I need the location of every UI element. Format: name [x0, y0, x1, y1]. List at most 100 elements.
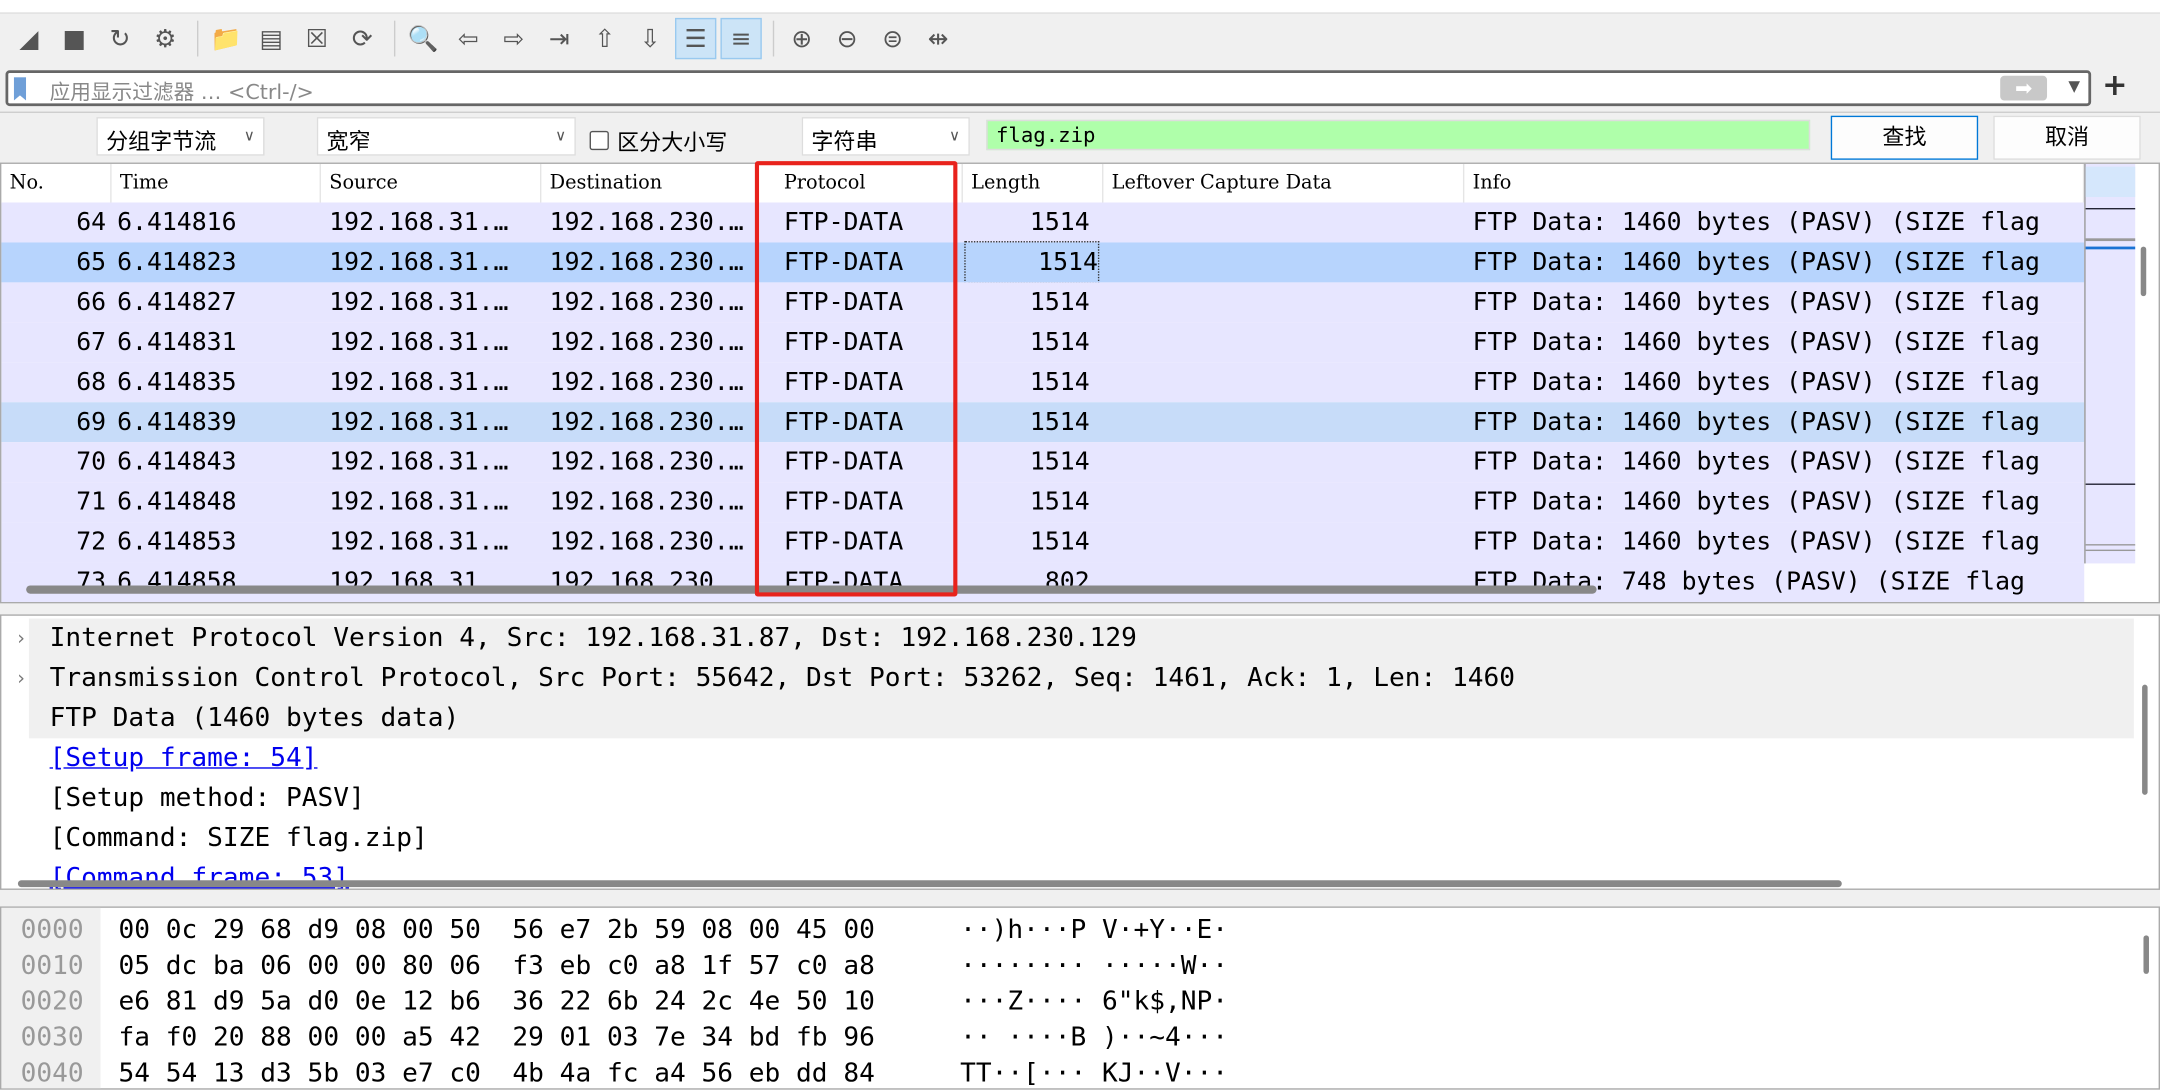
packet-row[interactable]: 64 6.414816 192.168.31.… 192.168.230.… FTP-D…: [1, 202, 2085, 243]
packet-bytes[interactable]: 0000 00 0c 29 68 d9 08 00 50 56 e7 2b 59 …: [0, 906, 2160, 1090]
packet-row[interactable]: 73 6.414858 192.168.31.… 192.168.230.… FTP-D…: [1, 562, 2085, 602]
detail-line[interactable]: [Command: SIZE flag.zip]: [50, 818, 428, 858]
open-folder-icon[interactable]: 📁: [205, 18, 246, 59]
packet-list[interactable]: No. Time Source Destination Protocol Length Le…: [0, 162, 2160, 604]
checkbox-box[interactable]: [589, 130, 609, 151]
search-type-value: 字符串: [811, 128, 878, 155]
hex-ascii[interactable]: ··)h···P V·+Y··E·: [960, 912, 1228, 948]
go-to-packet-icon[interactable]: ⇥: [539, 18, 580, 59]
colorize-icon[interactable]: ≡: [720, 17, 762, 60]
details-hscroll[interactable]: [17, 880, 1842, 888]
resize-columns-icon[interactable]: ⇹: [917, 18, 958, 59]
zoom-out-icon[interactable]: ⊖: [827, 18, 868, 59]
packet-minimap[interactable]: [2084, 163, 2136, 564]
cell-dst: 192.168.230.…: [549, 567, 744, 597]
reload-icon[interactable]: ⟳: [342, 18, 383, 59]
cell-dst: 192.168.230.…: [549, 327, 744, 357]
search-type-select[interactable]: 字符串 ∨: [801, 117, 970, 156]
hex-bytes[interactable]: 54 54 13 d3 5b 03 e7 c0 4b 4a fc a4 56 e…: [118, 1055, 874, 1088]
zoom-in-icon[interactable]: ⊕: [781, 18, 822, 59]
packet-row[interactable]: 70 6.414843 192.168.31.… 192.168.230.… FTP-D…: [1, 442, 2085, 483]
column-header-destination[interactable]: Destination: [541, 163, 757, 203]
find-button[interactable]: 查找: [1830, 115, 1979, 160]
packet-row[interactable]: 67 6.414831 192.168.31.… 192.168.230.… FTP-D…: [1, 322, 2085, 363]
packet-row[interactable]: 69 6.414839 192.168.31.… 192.168.230.… FTP-D…: [1, 402, 2085, 443]
hex-ascii[interactable]: ········ ·····W··: [960, 948, 1228, 984]
packet-row[interactable]: 71 6.414848 192.168.31.… 192.168.230.… FTP-D…: [1, 482, 2085, 523]
hex-bytes[interactable]: e6 81 d9 5a d0 0e 12 b6 36 22 6b 24 2c 4…: [118, 984, 874, 1020]
hex-bytes[interactable]: 05 dc ba 06 00 00 80 06 f3 eb c0 a8 1f 5…: [118, 948, 874, 984]
column-header-source[interactable]: Source: [321, 163, 542, 203]
cell-len: 1514: [1029, 367, 1090, 397]
cell-dst: 192.168.230.…: [549, 447, 744, 477]
search-in-select[interactable]: 分组字节流 ∨: [96, 117, 265, 156]
details-vscroll[interactable]: [2142, 684, 2148, 795]
cell-time: 6.414853: [117, 527, 237, 557]
hex-row: 0010 05 dc ba 06 00 00 80 06 f3 eb c0 a8 …: [1, 948, 2122, 984]
filter-history-dropdown[interactable]: ▼: [2068, 77, 2080, 95]
hex-bytes[interactable]: fa f0 20 88 00 00 a5 42 29 01 03 7e 34 b…: [118, 1019, 874, 1055]
column-header-leftover-capture-data[interactable]: Leftover Capture Data: [1103, 163, 1465, 203]
cancel-button[interactable]: 取消: [1993, 115, 2141, 160]
expand-arrow-icon[interactable]: ›: [15, 668, 27, 690]
hex-ascii[interactable]: TT··[··· KJ··V···: [960, 1055, 1228, 1088]
cell-src: 192.168.31.…: [329, 487, 509, 517]
detail-link[interactable]: [Setup frame: 54]: [50, 738, 318, 778]
column-header-no[interactable]: No.: [1, 163, 112, 203]
cell-no: 69: [76, 407, 107, 437]
cell-info: FTP Data: 1460 bytes (PASV) (SIZE flag: [1472, 407, 2040, 437]
column-header-time[interactable]: Time: [112, 163, 321, 203]
cell-len: 802: [1044, 567, 1090, 597]
case-sensitive-checkbox[interactable]: 区分大小写: [589, 124, 727, 157]
display-filter-input[interactable]: 应用显示过滤器 … <Ctrl-/>: [50, 77, 314, 106]
display-filter-bar[interactable]: 应用显示过滤器 … <Ctrl-/> ➡ ▼: [5, 70, 2092, 107]
find-input[interactable]: flag.zip: [986, 119, 1811, 151]
detail-line[interactable]: Internet Protocol Version 4, Src: 192.16…: [50, 619, 1137, 659]
shark-fin-start-icon[interactable]: ◢: [8, 18, 49, 59]
go-forward-icon[interactable]: ⇨: [493, 18, 534, 59]
restart-icon[interactable]: ↻: [99, 18, 140, 59]
close-file-icon[interactable]: ☒: [296, 18, 337, 59]
options-gear-icon[interactable]: ⚙: [145, 18, 186, 59]
char-width-select[interactable]: 宽窄 ∨: [316, 117, 576, 156]
zoom-reset-icon[interactable]: ⊜: [872, 18, 913, 59]
last-packet-icon[interactable]: ⇩: [630, 18, 671, 59]
hex-offset[interactable]: 0020: [21, 984, 84, 1020]
packet-row[interactable]: 66 6.414827 192.168.31.… 192.168.230.… FTP-D…: [1, 282, 2085, 323]
hex-ascii[interactable]: ···Z···· 6"k$,NP·: [960, 984, 1228, 1020]
packet-list-vscroll[interactable]: [2140, 246, 2147, 297]
chevron-down-icon: ∨: [243, 126, 255, 145]
hex-bytes[interactable]: 00 0c 29 68 d9 08 00 50 56 e7 2b 59 08 0…: [118, 912, 874, 948]
cell-time: 6.414831: [117, 327, 237, 357]
hex-offset[interactable]: 0000: [21, 912, 84, 948]
hex-offset[interactable]: 0030: [21, 1019, 84, 1055]
packet-row[interactable]: 65 6.414823 192.168.31.… 192.168.230.… FTP-D…: [1, 241, 2085, 284]
find-packet-icon[interactable]: 🔍: [402, 18, 443, 59]
stop-icon[interactable]: ■: [54, 18, 95, 59]
apply-filter-button[interactable]: ➡: [2000, 75, 2048, 101]
packet-details[interactable]: › Internet Protocol Version 4, Src: 192.1…: [0, 614, 2160, 890]
add-filter-button[interactable]: +: [2102, 69, 2127, 103]
hex-ascii[interactable]: ·· ····B )··~4···: [960, 1019, 1228, 1055]
cell-src: 192.168.31.…: [329, 208, 509, 237]
first-packet-icon[interactable]: ⇧: [584, 18, 625, 59]
autoscroll-icon[interactable]: ☰: [674, 17, 717, 60]
detail-line[interactable]: Transmission Control Protocol, Src Port:…: [50, 658, 1515, 698]
bookmark-icon[interactable]: [13, 77, 27, 101]
detail-line[interactable]: FTP Data (1460 bytes data): [50, 698, 460, 738]
column-header-info[interactable]: Info: [1464, 163, 2085, 203]
cell-len: 1514: [1029, 527, 1090, 557]
packet-row[interactable]: 68 6.414835 192.168.31.… 192.168.230.… FTP-D…: [1, 362, 2085, 403]
packet-row[interactable]: 72 6.414853 192.168.31.… 192.168.230.… FTP-D…: [1, 522, 2085, 563]
go-back-icon[interactable]: ⇦: [448, 18, 489, 59]
expand-arrow-icon[interactable]: ›: [15, 628, 27, 650]
chevron-down-icon: ∨: [949, 126, 961, 145]
bytes-vscroll[interactable]: [2143, 935, 2149, 974]
hex-offset[interactable]: 0040: [21, 1055, 84, 1088]
detail-line[interactable]: [Setup method: PASV]: [50, 778, 365, 818]
menu-bar[interactable]: [0, 0, 2160, 14]
hex-offset[interactable]: 0010: [21, 948, 84, 984]
file-binary-icon[interactable]: ▤: [251, 18, 292, 59]
column-header-length[interactable]: Length: [963, 163, 1104, 203]
cell-len: 1514: [1029, 407, 1090, 437]
